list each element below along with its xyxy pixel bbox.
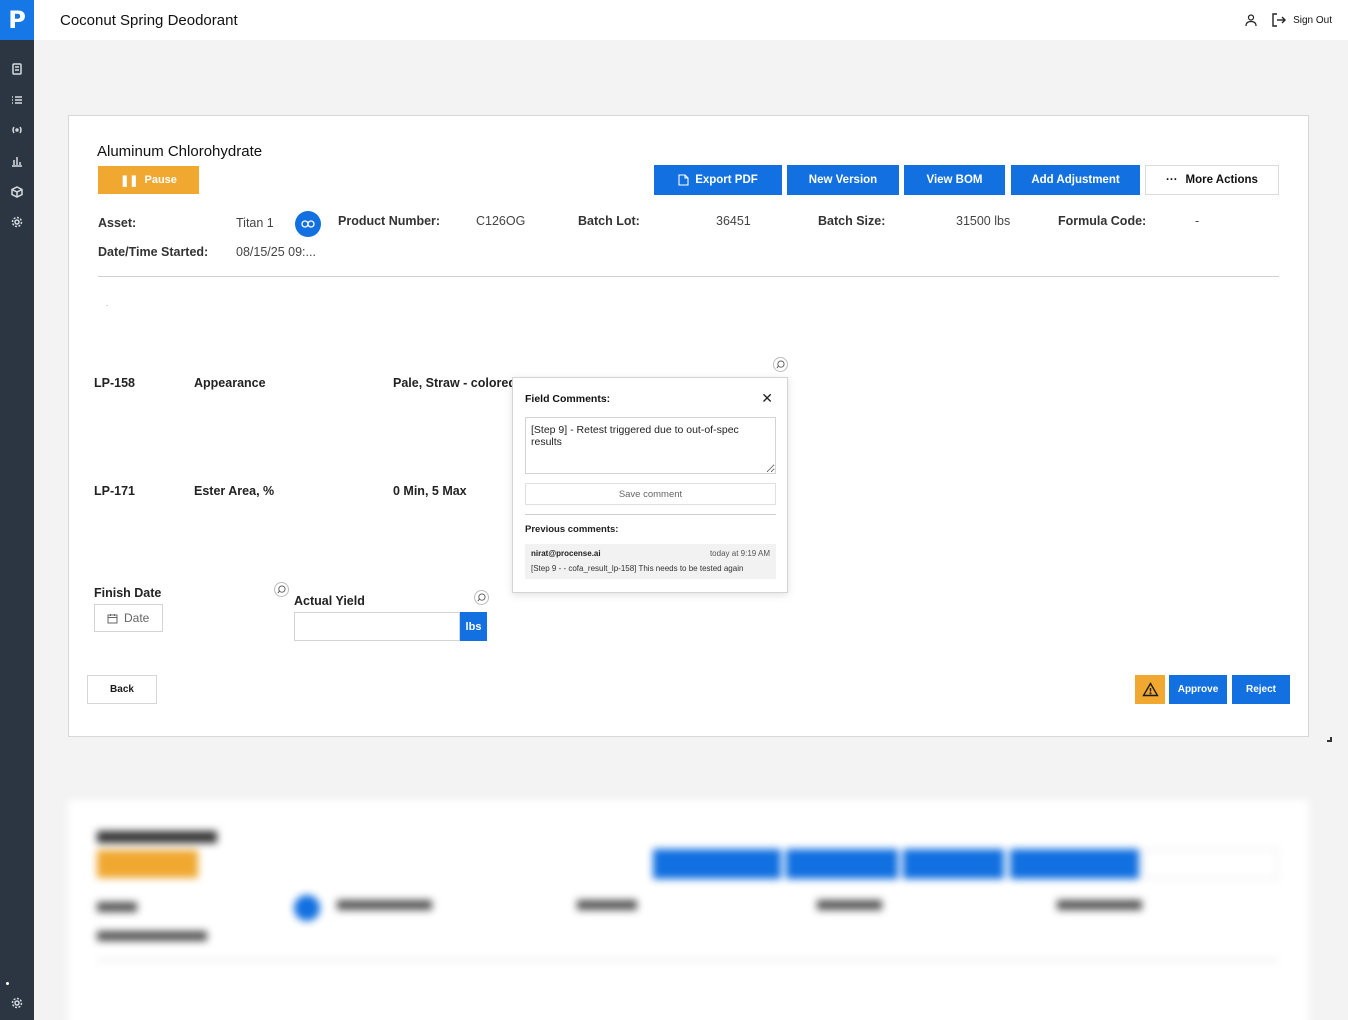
date-started-label: Date/Time Started: bbox=[98, 245, 209, 259]
asset-label: Asset: bbox=[98, 216, 137, 230]
app-logo[interactable]: P bbox=[0, 0, 34, 40]
section-divider bbox=[98, 276, 1279, 277]
calculator-icon[interactable] bbox=[9, 61, 25, 77]
export-pdf-button[interactable]: Export PDF bbox=[654, 165, 782, 195]
loading-dot: . bbox=[106, 299, 109, 308]
test-name: Ester Area, % bbox=[194, 484, 275, 498]
popover-divider bbox=[525, 514, 776, 515]
chart-icon[interactable] bbox=[9, 153, 25, 169]
comment-text: [Step 9 - - cofa_result_lp-158] This nee… bbox=[531, 564, 744, 573]
reject-button[interactable]: Reject bbox=[1232, 675, 1290, 704]
more-actions-button[interactable]: ··· More Actions bbox=[1145, 165, 1279, 195]
new-version-button[interactable]: New Version bbox=[787, 165, 899, 195]
comment-icon[interactable] bbox=[773, 357, 788, 372]
card-title: Aluminum Chlorohydrate bbox=[97, 143, 263, 160]
close-icon[interactable]: ✕ bbox=[761, 390, 773, 407]
package-icon[interactable] bbox=[9, 184, 25, 200]
gear-icon[interactable] bbox=[9, 214, 25, 230]
test-code: LP-171 bbox=[94, 484, 135, 498]
pause-button[interactable]: ❚❚ Pause bbox=[98, 166, 199, 194]
previous-comment-item: nirat@procense.ai today at 9:19 AM [Step… bbox=[525, 544, 776, 579]
new-version-label: New Version bbox=[808, 174, 878, 186]
batch-size-value: 31500 lbs bbox=[956, 214, 1011, 228]
pause-label: Pause bbox=[144, 174, 177, 186]
link-icon bbox=[301, 220, 315, 228]
sign-out-button[interactable]: Sign Out bbox=[1271, 12, 1332, 28]
field-comments-popover: Field Comments: ✕ Save comment Previous … bbox=[512, 377, 788, 593]
top-header: Coconut Spring Deodorant Sign Out bbox=[34, 0, 1348, 40]
link-asset-button[interactable] bbox=[295, 211, 321, 237]
list-icon[interactable] bbox=[9, 92, 25, 108]
test-code: LP-158 bbox=[94, 376, 135, 390]
test-name: Appearance bbox=[194, 376, 266, 390]
warning-icon bbox=[1141, 682, 1159, 697]
file-icon bbox=[678, 174, 689, 186]
save-comment-button[interactable]: Save comment bbox=[525, 483, 776, 505]
actual-yield-input[interactable] bbox=[294, 612, 460, 641]
batch-lot-value: 36451 bbox=[716, 214, 751, 228]
product-number-label: Product Number: bbox=[338, 214, 441, 228]
product-number-value: C126OG bbox=[476, 214, 526, 228]
back-button[interactable]: Back bbox=[87, 675, 157, 704]
comment-time: today at 9:19 AM bbox=[709, 549, 770, 558]
date-started-value: 08/15/25 09:... bbox=[236, 245, 316, 259]
finish-date-picker[interactable]: Date bbox=[94, 604, 163, 632]
add-adjustment-label: Add Adjustment bbox=[1031, 174, 1120, 186]
formula-code-label: Formula Code: bbox=[1058, 214, 1147, 228]
yield-unit: lbs bbox=[460, 612, 487, 641]
pause-icon: ❚❚ bbox=[120, 174, 139, 187]
previous-comments-label: Previous comments: bbox=[525, 524, 619, 535]
ellipsis-icon: ··· bbox=[1166, 174, 1178, 186]
warning-button[interactable] bbox=[1135, 675, 1165, 704]
asset-value: Titan 1 bbox=[236, 216, 274, 230]
comment-author: nirat@procense.ai bbox=[531, 549, 601, 558]
sign-out-icon bbox=[1272, 13, 1287, 27]
batch-size-label: Batch Size: bbox=[818, 214, 886, 228]
broadcast-icon[interactable] bbox=[9, 122, 25, 138]
next-batch-card-placeholder bbox=[68, 800, 1309, 1020]
comment-icon[interactable] bbox=[274, 582, 289, 597]
status-dot bbox=[6, 982, 9, 985]
comment-icon[interactable] bbox=[474, 590, 489, 605]
user-icon[interactable] bbox=[1244, 13, 1258, 27]
date-placeholder: Date bbox=[124, 611, 150, 625]
actual-yield-label: Actual Yield bbox=[294, 594, 365, 608]
finish-date-label: Finish Date bbox=[94, 586, 162, 600]
comment-textarea[interactable] bbox=[525, 417, 776, 474]
view-bom-button[interactable]: View BOM bbox=[904, 165, 1005, 195]
page-title: Coconut Spring Deodorant bbox=[60, 12, 238, 29]
approve-button[interactable]: Approve bbox=[1169, 675, 1227, 704]
resize-handle[interactable] bbox=[1327, 737, 1332, 742]
calendar-icon bbox=[107, 613, 118, 623]
test-spec: 0 Min, 5 Max bbox=[393, 484, 467, 498]
popover-title: Field Comments: bbox=[525, 393, 611, 405]
test-spec: Pale, Straw - colored bbox=[393, 376, 516, 390]
formula-code-value: - bbox=[1195, 214, 1200, 228]
sign-out-label: Sign Out bbox=[1293, 14, 1332, 26]
export-pdf-label: Export PDF bbox=[695, 174, 758, 186]
more-actions-label: More Actions bbox=[1185, 174, 1258, 186]
batch-lot-label: Batch Lot: bbox=[578, 214, 640, 228]
settings-gear-icon[interactable] bbox=[9, 995, 25, 1011]
add-adjustment-button[interactable]: Add Adjustment bbox=[1011, 165, 1140, 195]
sidebar: P bbox=[0, 0, 34, 1020]
view-bom-label: View BOM bbox=[926, 174, 983, 186]
